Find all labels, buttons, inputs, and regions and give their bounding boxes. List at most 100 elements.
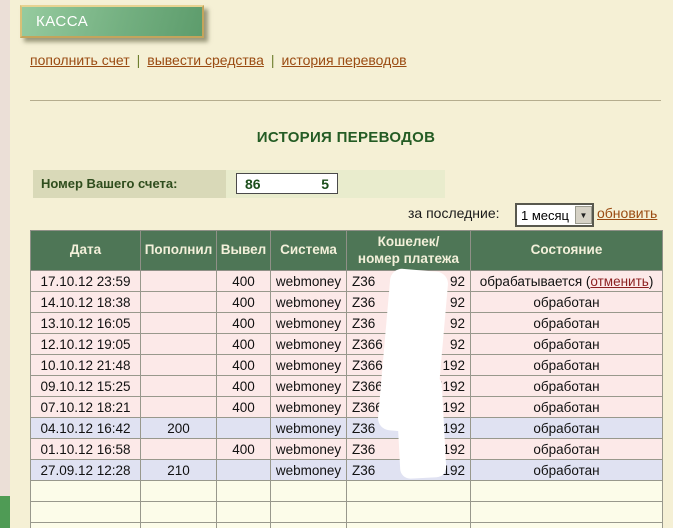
nav-link-withdraw[interactable]: вывести средства — [147, 52, 264, 68]
nav-link-history[interactable]: история переводов — [282, 52, 407, 68]
cell-withdraw: 400 — [217, 334, 271, 355]
divider-line — [30, 100, 661, 101]
table-row-empty — [31, 523, 663, 528]
period-filter-label: за последние: — [408, 205, 500, 221]
cell-empty — [217, 502, 271, 523]
table-body: 17.10.12 23:59400webmoneyZ3692обрабатыва… — [31, 271, 663, 528]
table-row: 07.10.12 18:21400webmoneyZ3665192обработ… — [31, 397, 663, 418]
refresh-wrap: обновить — [597, 205, 657, 221]
col-header-deposit: Пополнил — [141, 231, 217, 271]
cell-date: 12.10.12 19:05 — [31, 334, 141, 355]
cell-deposit — [141, 439, 217, 460]
table-row: 27.09.12 12:28210webmoneyZ36192обработан — [31, 460, 663, 481]
cell-withdraw: 400 — [217, 292, 271, 313]
cell-system: webmoney — [271, 355, 347, 376]
account-number-label: Номер Вашего счета: — [33, 170, 226, 198]
col-header-wallet: Кошелек/ номер платежа — [347, 231, 471, 271]
cell-deposit — [141, 397, 217, 418]
cell-date: 01.10.12 16:58 — [31, 439, 141, 460]
cell-empty — [141, 502, 217, 523]
cell-date: 14.10.12 18:38 — [31, 292, 141, 313]
kassa-page: КАССА пополнить счет | вывести средства | ис… — [0, 0, 673, 528]
cell-status: обработан — [471, 376, 663, 397]
cell-system: webmoney — [271, 334, 347, 355]
cell-empty — [141, 481, 217, 502]
cell-status: обработан — [471, 397, 663, 418]
cell-system: webmoney — [271, 271, 347, 292]
cell-empty — [31, 523, 141, 528]
cell-status: обработан — [471, 460, 663, 481]
cell-empty — [471, 481, 663, 502]
cell-empty — [271, 502, 347, 523]
chevron-down-icon[interactable]: ▼ — [575, 206, 592, 224]
cell-deposit — [141, 355, 217, 376]
cell-date: 27.09.12 12:28 — [31, 460, 141, 481]
nav-separator: | — [271, 52, 275, 68]
app-title: КАССА — [36, 13, 88, 30]
cell-system: webmoney — [271, 397, 347, 418]
cell-withdraw: 400 — [217, 313, 271, 334]
nav-link-topup[interactable]: пополнить счет — [30, 52, 130, 68]
cell-date: 10.10.12 21:48 — [31, 355, 141, 376]
refresh-link[interactable]: обновить — [597, 205, 657, 221]
cell-status: обработан — [471, 292, 663, 313]
cell-deposit: 200 — [141, 418, 217, 439]
cell-empty — [347, 481, 471, 502]
page-left-strip-green — [0, 496, 10, 528]
col-header-system: Система — [271, 231, 347, 271]
cell-system: webmoney — [271, 376, 347, 397]
cell-empty — [271, 523, 347, 528]
period-select[interactable]: 1 месяц ▼ — [515, 203, 594, 227]
cell-system: webmoney — [271, 313, 347, 334]
cell-deposit — [141, 376, 217, 397]
cell-empty — [347, 502, 471, 523]
cell-empty — [271, 481, 347, 502]
cell-status: обработан — [471, 334, 663, 355]
cell-status: обработан — [471, 439, 663, 460]
cell-date: 07.10.12 18:21 — [31, 397, 141, 418]
table-row: 01.10.12 16:58400webmoneyZ36192обработан — [31, 439, 663, 460]
table-row: 10.10.12 21:48400webmoneyZ366192обработа… — [31, 355, 663, 376]
main-nav: пополнить счет | вывести средства | история … — [30, 52, 407, 68]
cell-status: обработан — [471, 313, 663, 334]
col-header-status: Состояние — [471, 231, 663, 271]
account-number-prefix: 86 — [245, 176, 261, 192]
cell-empty — [471, 502, 663, 523]
cell-empty — [141, 523, 217, 528]
cell-withdraw — [217, 418, 271, 439]
cell-deposit — [141, 313, 217, 334]
page-left-strip — [0, 0, 10, 528]
cell-date: 09.10.12 15:25 — [31, 376, 141, 397]
col-header-withdraw: Вывел — [217, 231, 271, 271]
app-title-banner: КАССА — [20, 5, 204, 38]
table-row: 17.10.12 23:59400webmoneyZ3692обрабатыва… — [31, 271, 663, 292]
nav-separator: | — [137, 52, 141, 68]
page-title: ИСТОРИЯ ПЕРЕВОДОВ — [30, 129, 662, 146]
cell-empty — [217, 481, 271, 502]
cell-date: 04.10.12 16:42 — [31, 418, 141, 439]
table-row: 09.10.12 15:25400webmoneyZ3665192обработ… — [31, 376, 663, 397]
cell-deposit: 210 — [141, 460, 217, 481]
cell-status: обработан — [471, 355, 663, 376]
cell-empty — [31, 502, 141, 523]
cell-date: 17.10.12 23:59 — [31, 271, 141, 292]
table-row: 13.10.12 16:05400webmoneyZ3692обработан — [31, 313, 663, 334]
cell-system: webmoney — [271, 292, 347, 313]
cell-withdraw: 400 — [217, 271, 271, 292]
cell-status: обработан — [471, 418, 663, 439]
table-row-empty — [31, 481, 663, 502]
cell-empty — [31, 481, 141, 502]
cell-withdraw: 400 — [217, 397, 271, 418]
transfer-history-table: Дата Пополнил Вывел Система Кошелек/ ном… — [30, 230, 663, 528]
censor-blob — [260, 175, 314, 192]
cell-withdraw: 400 — [217, 439, 271, 460]
cell-empty — [347, 523, 471, 528]
period-select-value: 1 месяц — [517, 208, 575, 223]
cell-empty — [471, 523, 663, 528]
censor-blob — [395, 375, 446, 479]
table-row-empty — [31, 502, 663, 523]
col-header-date: Дата — [31, 231, 141, 271]
cell-withdraw — [217, 460, 271, 481]
account-number-suffix: 5 — [321, 176, 329, 192]
cancel-link[interactable]: отменить — [590, 274, 648, 289]
